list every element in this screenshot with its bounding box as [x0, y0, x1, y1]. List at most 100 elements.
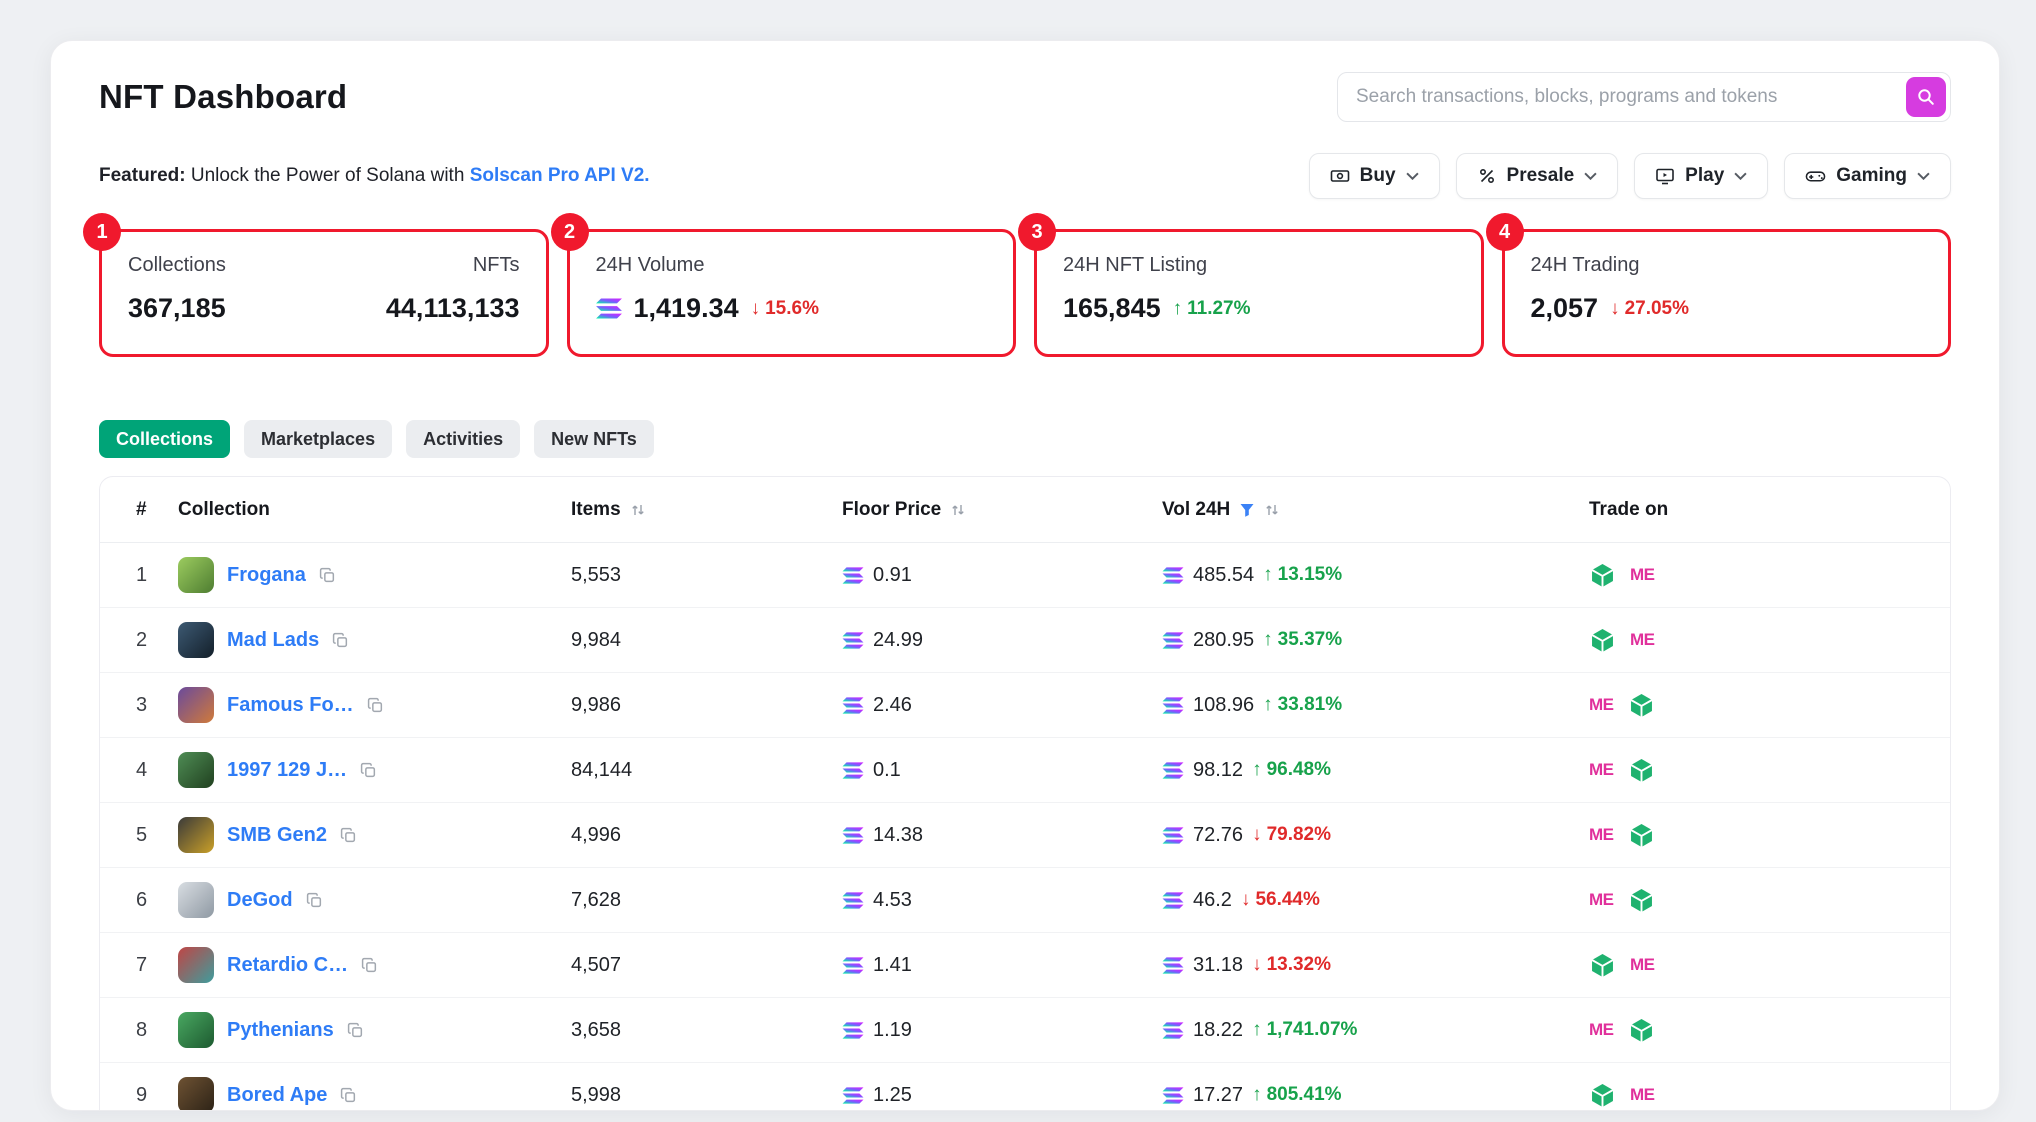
- search-icon: [1916, 87, 1936, 107]
- buy-button[interactable]: Buy: [1309, 153, 1440, 199]
- play-button[interactable]: Play: [1634, 153, 1768, 199]
- collection-avatar: [178, 752, 214, 788]
- copy-icon[interactable]: [361, 957, 378, 974]
- magic-eden-icon[interactable]: ME: [1630, 630, 1655, 650]
- tensor-icon[interactable]: [1589, 562, 1616, 589]
- rank-cell: 7: [136, 954, 178, 977]
- gaming-label: Gaming: [1836, 165, 1907, 187]
- header-items: Items: [571, 499, 842, 521]
- vol-change: ↑ 33.81%: [1263, 694, 1342, 716]
- items-cell: 3,658: [571, 1019, 842, 1042]
- sort-icon[interactable]: [630, 502, 646, 518]
- header-trade-on: Trade on: [1589, 499, 1914, 521]
- copy-icon[interactable]: [332, 632, 349, 649]
- tensor-icon[interactable]: [1628, 757, 1655, 784]
- volume-stat-card: 2 24H Volume 1,419.34 ↓ 15.6%: [567, 229, 1017, 357]
- tensor-icon[interactable]: [1589, 1082, 1616, 1109]
- buy-icon: [1330, 166, 1350, 186]
- volume-label: 24H Volume: [596, 254, 988, 277]
- magic-eden-icon[interactable]: ME: [1589, 890, 1614, 910]
- vol-change: ↑ 1,741.07%: [1252, 1019, 1357, 1041]
- floor-price-cell: 1.41: [842, 954, 1162, 977]
- collection-link[interactable]: 1997 129 J…: [227, 759, 347, 782]
- magic-eden-icon[interactable]: ME: [1630, 955, 1655, 975]
- table-row: 3 Famous Fo… 9,986 2.46 108.96 ↑ 33.81%: [100, 673, 1950, 738]
- copy-icon[interactable]: [340, 827, 357, 844]
- solana-icon: [842, 567, 864, 584]
- volume-change: ↓ 15.6%: [751, 298, 819, 320]
- collection-link[interactable]: Pythenians: [227, 1019, 334, 1042]
- vol-24h-cell: 18.22 ↑ 1,741.07%: [1162, 1019, 1589, 1042]
- magic-eden-icon[interactable]: ME: [1589, 1020, 1614, 1040]
- trade-on-cell: ME: [1589, 627, 1914, 654]
- collection-avatar: [178, 817, 214, 853]
- magic-eden-icon[interactable]: ME: [1589, 695, 1614, 715]
- table-row: 9 Bored Ape 5,998 1.25 17.27 ↑ 805.41%: [100, 1063, 1950, 1111]
- copy-icon[interactable]: [367, 697, 384, 714]
- nft-dashboard-panel: NFT Dashboard Featured: Unlock the Power…: [50, 40, 2000, 1111]
- floor-price-cell: 4.53: [842, 889, 1162, 912]
- tab-new-nfts[interactable]: New NFTs: [534, 420, 654, 458]
- table-body: 1 Frogana 5,553 0.91 485.54 ↑ 13.15% ME: [100, 543, 1950, 1111]
- tab-activities[interactable]: Activities: [406, 420, 520, 458]
- sort-icon[interactable]: [1264, 502, 1280, 518]
- magic-eden-icon[interactable]: ME: [1630, 565, 1655, 585]
- collection-link[interactable]: SMB Gen2: [227, 824, 327, 847]
- magic-eden-icon[interactable]: ME: [1630, 1085, 1655, 1105]
- tensor-icon[interactable]: [1628, 822, 1655, 849]
- tensor-icon[interactable]: [1628, 1017, 1655, 1044]
- collection-cell: Retardio C…: [178, 947, 571, 983]
- vol-24h-cell: 108.96 ↑ 33.81%: [1162, 694, 1589, 717]
- chevron-down-icon: [1917, 172, 1930, 180]
- tensor-icon[interactable]: [1628, 692, 1655, 719]
- stat-cards-row: 1 Collections 367,185 NFTs 44,113,133 2 …: [99, 229, 1951, 357]
- items-cell: 9,984: [571, 629, 842, 652]
- collection-link[interactable]: Frogana: [227, 564, 306, 587]
- sort-icon[interactable]: [950, 502, 966, 518]
- vol-change: ↑ 13.15%: [1263, 564, 1342, 586]
- volume-value: 1,419.34: [634, 293, 739, 324]
- tensor-icon[interactable]: [1628, 887, 1655, 914]
- tab-bar: Collections Marketplaces Activities New …: [99, 420, 1951, 458]
- magic-eden-icon[interactable]: ME: [1589, 760, 1614, 780]
- header-vol-24h: Vol 24H: [1162, 499, 1589, 521]
- solana-icon: [1162, 957, 1184, 974]
- tab-collections[interactable]: Collections: [99, 420, 230, 458]
- top-bar: NFT Dashboard: [99, 71, 1951, 123]
- presale-button[interactable]: Presale: [1456, 153, 1619, 199]
- buy-label: Buy: [1360, 165, 1396, 187]
- copy-icon[interactable]: [319, 567, 336, 584]
- magic-eden-icon[interactable]: ME: [1589, 825, 1614, 845]
- copy-icon[interactable]: [340, 1087, 357, 1104]
- filter-icon[interactable]: [1239, 502, 1255, 518]
- tab-marketplaces[interactable]: Marketplaces: [244, 420, 392, 458]
- tensor-icon[interactable]: [1589, 952, 1616, 979]
- items-cell: 9,986: [571, 694, 842, 717]
- collection-link[interactable]: Famous Fo…: [227, 694, 354, 717]
- solscan-pro-api-link[interactable]: Solscan Pro API V2.: [470, 165, 650, 186]
- trade-on-cell: ME: [1589, 887, 1914, 914]
- collection-cell: Frogana: [178, 557, 571, 593]
- gaming-button[interactable]: Gaming: [1784, 153, 1951, 199]
- collection-link[interactable]: Mad Lads: [227, 629, 319, 652]
- annotation-badge-3: 3: [1018, 213, 1056, 251]
- copy-icon[interactable]: [347, 1022, 364, 1039]
- collections-stat-card: 1 Collections 367,185 NFTs 44,113,133: [99, 229, 549, 357]
- collection-avatar: [178, 622, 214, 658]
- table-row: 4 1997 129 J… 84,144 0.1 98.12 ↑ 96.48%: [100, 738, 1950, 803]
- collection-link[interactable]: DeGod: [227, 889, 293, 912]
- tensor-icon[interactable]: [1589, 627, 1616, 654]
- collection-link[interactable]: Bored Ape: [227, 1084, 327, 1107]
- copy-icon[interactable]: [360, 762, 377, 779]
- vol-24h-cell: 46.2 ↓ 56.44%: [1162, 889, 1589, 912]
- collection-link[interactable]: Retardio C…: [227, 954, 348, 977]
- chevron-down-icon: [1406, 172, 1419, 180]
- trade-on-cell: ME: [1589, 757, 1914, 784]
- play-icon: [1655, 166, 1675, 186]
- search-input[interactable]: [1337, 72, 1951, 122]
- featured-label: Featured:: [99, 165, 186, 186]
- vol-24h-cell: 72.76 ↓ 79.82%: [1162, 824, 1589, 847]
- vol-24h-cell: 98.12 ↑ 96.48%: [1162, 759, 1589, 782]
- search-button[interactable]: [1906, 77, 1946, 117]
- copy-icon[interactable]: [306, 892, 323, 909]
